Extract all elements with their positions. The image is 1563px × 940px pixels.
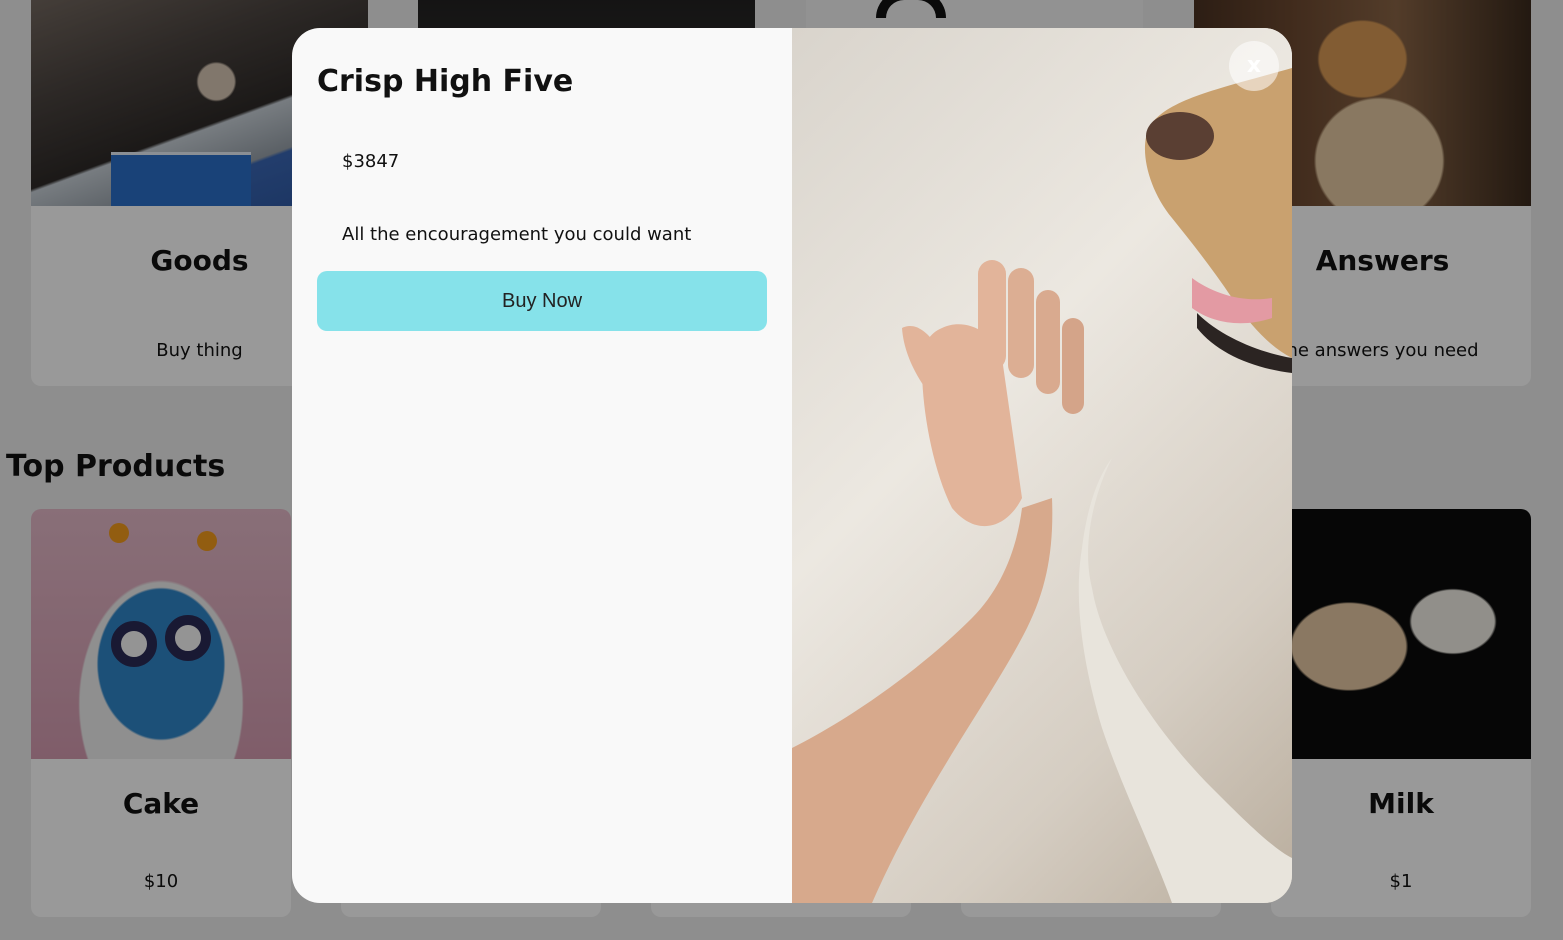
modal-price: $3847	[342, 151, 400, 172]
photo-illustration	[792, 68, 1292, 903]
buy-now-button[interactable]: Buy Now	[317, 271, 767, 331]
page: Goods Buy thing Answers he answers you n…	[0, 0, 1563, 940]
modal-details: Crisp High Five $3847 All the encouragem…	[292, 28, 792, 903]
modal-title: Crisp High Five	[317, 64, 574, 99]
modal-description: All the encouragement you could want	[342, 224, 692, 245]
product-modal: Crisp High Five $3847 All the encouragem…	[292, 28, 1292, 903]
close-button[interactable]: x	[1229, 41, 1279, 91]
dog-high-five-photo	[792, 28, 1292, 903]
